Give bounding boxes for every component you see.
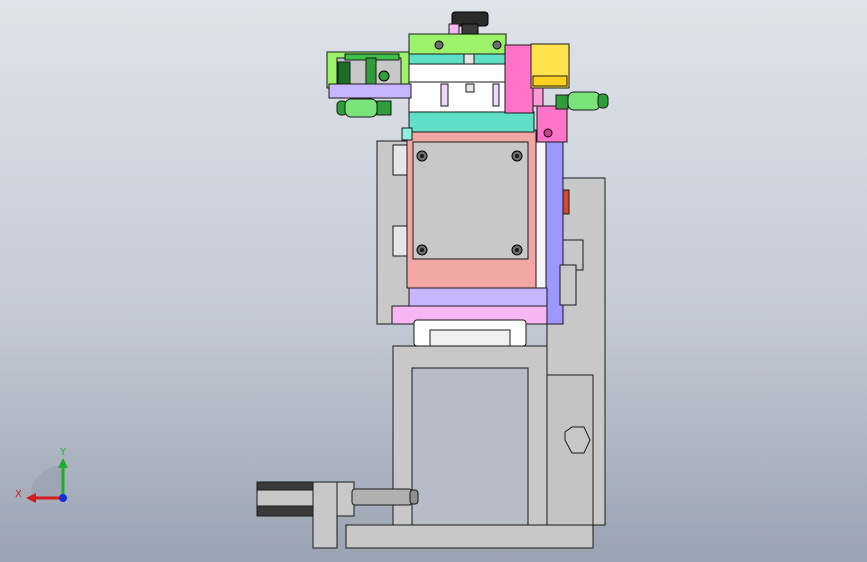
left-bracket-slot-top [392,144,408,176]
fitting-body [555,94,569,110]
carriage-gray-plate [412,141,529,260]
cap-screw-right [492,40,502,50]
z-axis-dot [59,494,67,502]
sensor-knob [378,70,390,82]
axis-triad: Y X [15,447,68,503]
c-frame-window [411,367,529,526]
cylinder-band-bottom [256,505,318,517]
screw-hole [420,248,424,252]
teal-bracket-left [401,127,413,141]
rod-tip [409,489,419,505]
rail-stopper-orange [562,189,570,215]
main-carriage[interactable] [391,129,548,347]
lime-cap-block [408,33,507,55]
purple-arm [328,83,412,99]
piston-rod [351,488,413,506]
magenta-block-screw [543,128,553,138]
magenta-block [504,44,534,114]
left-air-fitting[interactable] [336,98,392,118]
knob-stem [461,23,479,35]
cylinder-mount [312,481,338,549]
left-sensor-arm[interactable] [326,51,412,99]
sensor-block [337,61,351,85]
cap-screw-left [434,40,444,50]
magenta-lower-block [536,105,568,143]
head-pin-center [465,83,475,93]
screw-hole [420,154,424,158]
x-axis-label: X [15,489,22,500]
head-pin-right [492,83,500,107]
fitting-cap [597,93,609,109]
triad-quarter-disc [30,465,63,498]
base-plate [345,524,594,549]
carriage-violet-band [408,287,548,307]
screw-hole [515,154,519,158]
head-pin-left [440,83,449,107]
sensor-post [365,57,377,85]
cap-center-nub [463,53,475,65]
fitting-tube [567,91,601,111]
teal-band [408,111,535,133]
right-air-fitting[interactable] [555,91,609,111]
rail-lower-block [559,264,577,306]
y-axis-label: Y [59,447,67,458]
y-axis-arrow [58,458,68,468]
cad-viewport[interactable]: Y X [0,0,867,562]
fitting-body [376,100,392,116]
fitting-tube [344,98,378,118]
magenta-side-tab [532,87,544,107]
clamp-latch-inner [429,329,511,347]
yellow-actuator-face [532,75,568,87]
cylinder-band-top [256,481,318,491]
left-bracket-slot-bottom [392,225,408,257]
cad-model-drawing: Y X [15,11,609,549]
screw-hole [515,248,519,252]
carriage-side-panel [535,139,547,289]
knob-collar-pink [448,23,460,35]
